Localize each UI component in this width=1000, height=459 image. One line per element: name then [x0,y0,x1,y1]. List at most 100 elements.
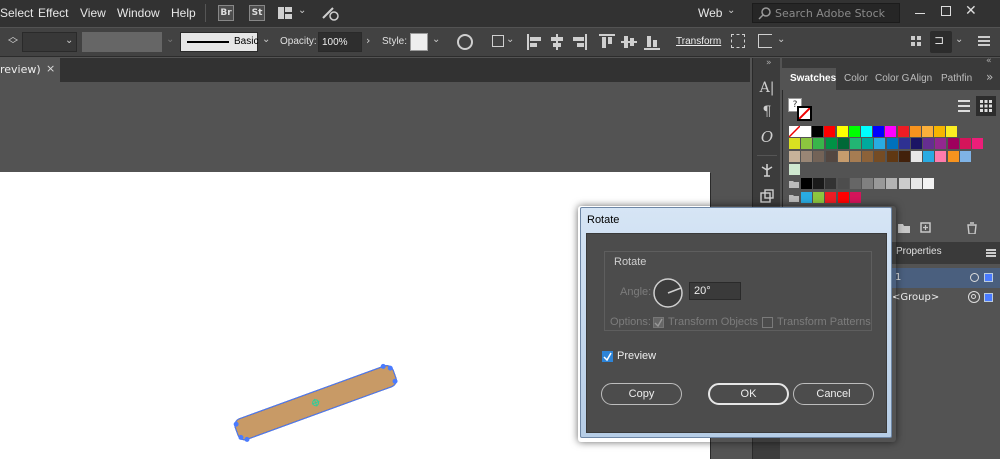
color-swatch[interactable] [862,138,874,149]
color-swatch[interactable] [813,178,825,189]
opacity-input[interactable]: 100% [318,32,362,52]
restore-icon[interactable] [941,6,951,16]
color-swatch[interactable] [836,126,848,137]
chevron-down-icon[interactable]: ⌄ [432,34,440,45]
grid-view-button[interactable] [976,96,996,116]
bridge-badge[interactable]: Br [218,5,234,21]
panel-menu-icon[interactable] [986,249,996,257]
color-swatch[interactable] [874,138,886,149]
color-swatch[interactable] [898,178,910,189]
color-swatch[interactable] [825,151,837,162]
color-swatch[interactable] [911,151,922,162]
stepper-icon[interactable]: ︿ ﹀ [8,33,18,51]
color-swatch[interactable] [837,192,849,203]
paragraph-panel-icon[interactable]: ¶ [753,104,781,120]
align-to-icon[interactable] [492,35,504,47]
color-swatch[interactable] [801,138,813,149]
align-right-icon[interactable] [571,34,587,50]
color-swatch[interactable] [874,151,886,162]
align-vertical-center-icon[interactable] [621,34,637,50]
color-swatch[interactable] [959,151,971,162]
color-swatch[interactable] [849,178,861,189]
color-swatch[interactable] [813,192,825,203]
menu-select[interactable]: Select [0,6,33,20]
none-swatch-icon[interactable] [788,125,801,138]
chevron-down-icon[interactable]: ⌄ [506,34,514,45]
color-swatch[interactable] [861,126,872,137]
menu-window[interactable]: Window [117,6,160,20]
puppet-warp-icon[interactable] [759,162,775,178]
menu-view[interactable]: View [80,6,106,20]
color-swatch[interactable] [923,138,935,149]
menu-icon[interactable] [978,36,990,46]
color-swatch[interactable] [897,126,909,137]
color-swatch[interactable] [850,138,861,149]
color-swatch[interactable] [898,151,910,162]
isolate-object-icon[interactable] [731,34,745,48]
chevron-down-icon[interactable]: ⌄ [298,5,306,16]
variable-width-field[interactable] [82,32,162,52]
tab-align[interactable]: Align [910,73,932,84]
color-swatch[interactable] [850,151,861,162]
color-swatch[interactable] [813,138,825,149]
chevron-down-icon[interactable]: ⌄ [955,34,963,45]
new-color-group-icon[interactable] [898,223,910,233]
color-swatch[interactable] [824,126,836,137]
color-swatch[interactable] [849,192,861,203]
color-swatch[interactable] [922,126,933,137]
color-swatch[interactable] [886,138,898,149]
chevron-down-icon[interactable]: ⌄ [262,34,270,45]
workspace-switcher[interactable]: Web [698,6,722,20]
select-similar-icon[interactable] [758,34,772,48]
color-swatch[interactable] [789,138,800,149]
chevron-down-icon[interactable]: ⌄ [777,34,785,45]
transform-button[interactable]: Transform [676,36,721,47]
color-swatch[interactable] [837,178,849,189]
color-swatch[interactable] [947,151,959,162]
color-swatch[interactable] [800,126,811,137]
color-swatch[interactable] [885,126,897,137]
color-swatch[interactable] [923,151,935,162]
cancel-button[interactable]: Cancel [793,383,874,405]
stroke-indicator-icon[interactable] [797,106,812,121]
color-swatch[interactable] [959,138,971,149]
stock-badge[interactable]: St [249,5,265,21]
align-left-icon[interactable] [527,34,543,50]
tab-pathfinder[interactable]: Pathfin [941,73,972,84]
color-swatch[interactable] [923,178,934,189]
selection-indicator-icon[interactable] [984,273,993,282]
color-swatch[interactable] [801,178,812,189]
stroke-weight-field[interactable]: ⌄ [22,32,77,52]
align-bottom-icon[interactable] [644,34,660,50]
chevron-right-icon[interactable]: › [366,34,370,47]
tab-properties[interactable]: Properties [896,246,942,257]
align-top-icon[interactable] [599,34,615,50]
trash-icon[interactable] [967,222,977,234]
collapse-panel-icon[interactable]: » [766,58,772,68]
stroke-style-select[interactable]: Basic [180,32,258,52]
color-swatch[interactable] [972,138,983,149]
character-panel-icon[interactable]: A| [753,80,781,96]
new-swatch-icon[interactable] [920,222,931,233]
graphic-style-swatch[interactable] [410,33,428,51]
color-swatch[interactable] [825,178,837,189]
angle-dial-icon[interactable] [652,277,684,309]
tab-color-guide[interactable]: Color G [875,73,909,84]
color-swatch[interactable] [911,138,922,149]
tab-color[interactable]: Color [844,73,868,84]
close-tab-icon[interactable]: × [46,62,55,75]
recolor-artwork-icon[interactable] [457,34,473,50]
color-swatch[interactable] [909,126,921,137]
more-tabs-icon[interactable]: » [986,70,993,84]
color-swatch[interactable] [910,178,922,189]
close-window-icon[interactable]: ✕ [965,3,977,19]
color-swatch[interactable] [801,192,812,203]
arrange-documents-icon[interactable] [278,7,292,19]
color-swatch[interactable] [813,151,825,162]
minimize-icon[interactable] [915,13,925,14]
color-swatch[interactable] [837,138,849,149]
menu-effect[interactable]: Effect [38,6,68,20]
gpu-performance-icon[interactable] [320,4,342,22]
artboards-icon[interactable] [759,188,775,204]
color-swatch[interactable] [886,151,898,162]
